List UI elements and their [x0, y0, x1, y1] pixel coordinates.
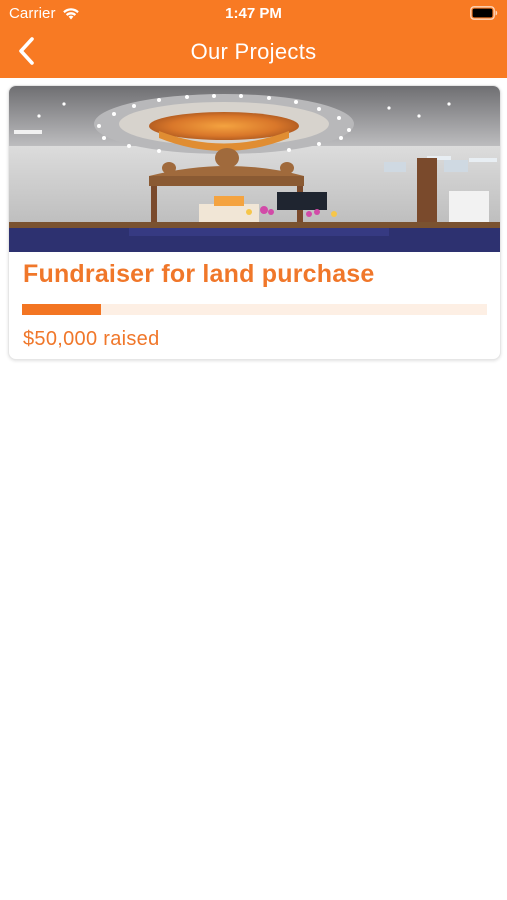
project-image	[9, 86, 500, 252]
funding-progress-fill	[22, 304, 102, 315]
raised-amount: $50,000 raised	[23, 328, 160, 350]
header: Carrier 1:47 PM Our Projects	[0, 0, 507, 78]
status-bar: Carrier 1:47 PM	[0, 0, 507, 28]
funding-progress-bar	[22, 304, 487, 315]
project-title: Fundraiser for land purchase	[23, 260, 375, 288]
battery-full-icon	[470, 6, 498, 20]
projects-list: Fundraiser for land purchase $50,000 rai…	[0, 78, 507, 900]
navigation-bar: Our Projects	[0, 28, 507, 78]
project-card[interactable]: Fundraiser for land purchase $50,000 rai…	[8, 85, 501, 360]
status-time: 1:47 PM	[225, 5, 282, 22]
projects-screen: Carrier 1:47 PM Our Projects Fundraiser …	[0, 0, 507, 900]
page-title: Our Projects	[190, 39, 317, 64]
